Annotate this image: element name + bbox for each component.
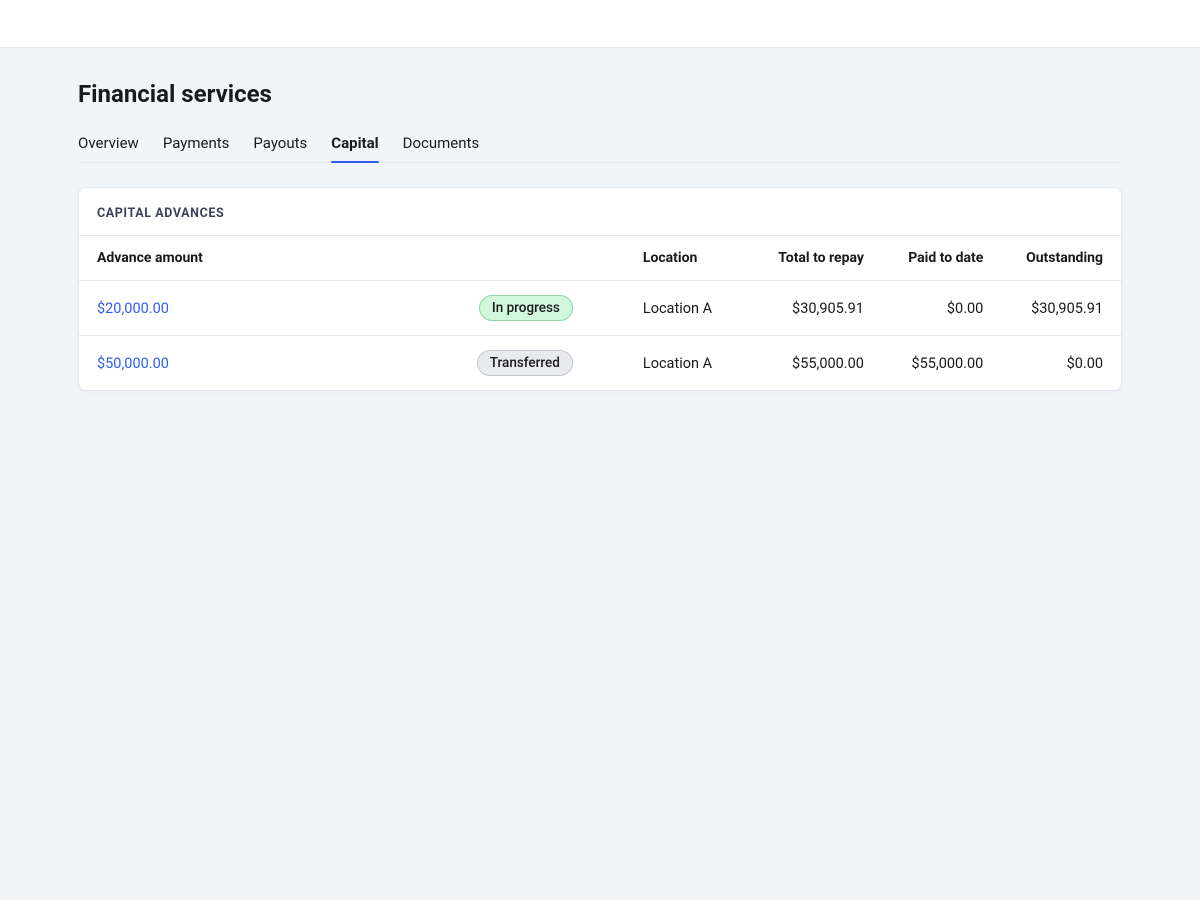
cell-outstanding: $30,905.91 [1001,281,1121,336]
status-badge: In progress [479,295,573,321]
col-header-location: Location [625,236,753,281]
advances-table: Advance amount Location Total to repay P… [79,235,1121,390]
advance-amount-link[interactable]: $50,000.00 [97,355,169,372]
cell-amount: $50,000.00 [79,336,427,391]
cell-location: Location A [625,281,753,336]
table-row[interactable]: $20,000.00 In progress Location A $30,90… [79,281,1121,336]
tab-payouts[interactable]: Payouts [253,128,307,162]
cell-outstanding: $0.00 [1001,336,1121,391]
cell-paid: $0.00 [882,281,1001,336]
tab-overview[interactable]: Overview [78,128,139,162]
tabs-nav: Overview Payments Payouts Capital Docume… [78,128,1122,163]
tab-documents[interactable]: Documents [403,128,480,162]
cell-location: Location A [625,336,753,391]
table-header-row: Advance amount Location Total to repay P… [79,236,1121,281]
status-badge: Transferred [477,350,573,376]
advance-amount-link[interactable]: $20,000.00 [97,300,169,317]
cell-amount: $20,000.00 [79,281,427,336]
tab-payments[interactable]: Payments [163,128,230,162]
top-app-bar [0,0,1200,48]
cell-total: $30,905.91 [753,281,882,336]
cell-status: In progress [427,281,625,336]
page-title: Financial services [78,80,1122,108]
capital-advances-card: CAPITAL ADVANCES Advance amount Location… [78,187,1122,391]
cell-status: Transferred [427,336,625,391]
tab-capital[interactable]: Capital [331,128,378,162]
col-header-total: Total to repay [753,236,882,281]
col-header-amount: Advance amount [79,236,427,281]
table-row[interactable]: $50,000.00 Transferred Location A $55,00… [79,336,1121,391]
col-header-paid: Paid to date [882,236,1001,281]
cell-paid: $55,000.00 [882,336,1001,391]
col-header-outstanding: Outstanding [1001,236,1121,281]
page-content: Financial services Overview Payments Pay… [0,48,1200,423]
cell-total: $55,000.00 [753,336,882,391]
col-header-status [427,236,625,281]
card-header: CAPITAL ADVANCES [79,188,1121,235]
